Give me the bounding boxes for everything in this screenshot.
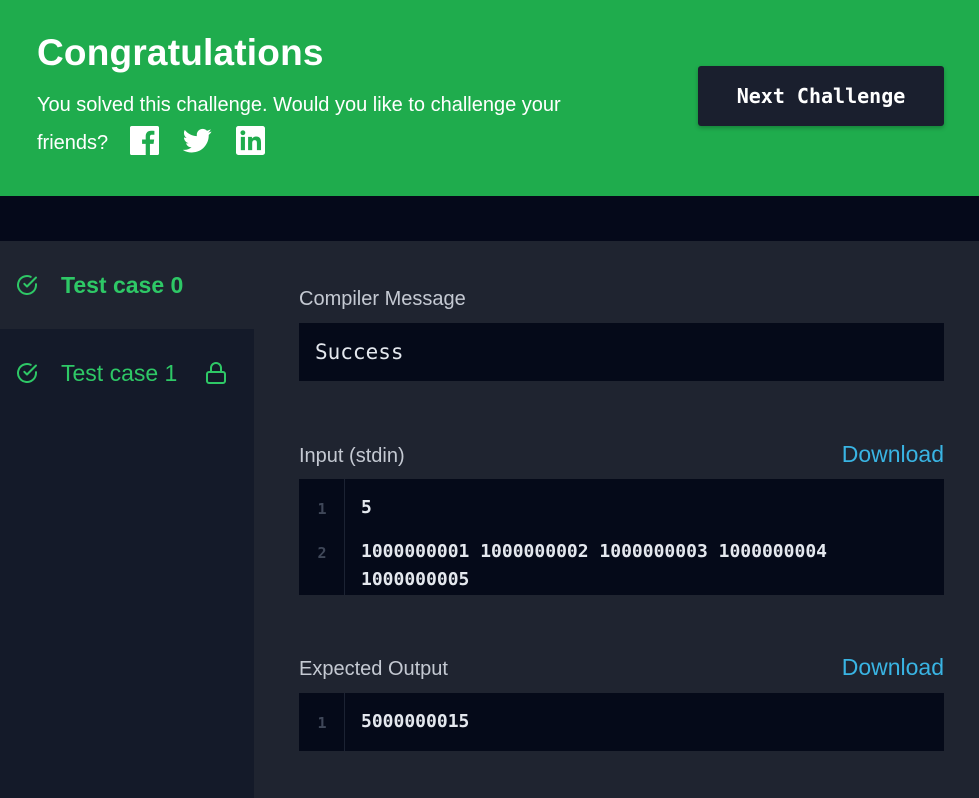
banner-message-container: You solved this challenge. Would you lik… [37, 86, 637, 162]
linkedin-icon[interactable] [235, 126, 265, 156]
facebook-icon[interactable] [129, 126, 159, 156]
expected-download-link[interactable]: Download [842, 654, 944, 681]
banner-message: You solved this challenge. Would you lik… [37, 94, 561, 154]
compiler-message-value: Success [299, 323, 944, 381]
lock-icon [205, 361, 227, 385]
test-case-label: Test case 0 [61, 271, 184, 298]
line-number: 2 [317, 544, 327, 562]
check-circle-icon [15, 273, 39, 297]
test-case-tab-1[interactable]: Test case 1 [0, 329, 254, 417]
input-download-link[interactable]: Download [842, 441, 944, 468]
expected-output-code-box: 1 5000000015 [299, 693, 944, 751]
divider-strip [0, 196, 979, 241]
test-case-label: Test case 1 [61, 359, 178, 386]
line-content: 5000000015 [361, 711, 470, 732]
banner-title: Congratulations [37, 32, 324, 73]
check-circle-icon [15, 361, 39, 385]
line-content: 1000000001 1000000002 1000000003 1000000… [361, 541, 827, 590]
compiler-message-label: Compiler Message [299, 288, 466, 310]
twitter-icon[interactable] [182, 126, 212, 155]
line-gutter [299, 479, 345, 595]
line-content: 5 [361, 497, 372, 518]
test-case-tab-0[interactable]: Test case 0 [0, 241, 254, 329]
success-banner: Congratulations You solved this challeng… [0, 0, 979, 196]
line-number: 1 [317, 714, 327, 732]
expected-output-label: Expected Output [299, 658, 448, 680]
next-challenge-button[interactable]: Next Challenge [698, 66, 944, 126]
test-case-sidebar: Test case 0 Test case 1 [0, 241, 254, 798]
input-label: Input (stdin) [299, 445, 405, 467]
line-number: 1 [317, 500, 327, 518]
input-code-box: 1 5 2 1000000001 1000000002 1000000003 1… [299, 479, 944, 595]
share-icons [129, 126, 265, 156]
